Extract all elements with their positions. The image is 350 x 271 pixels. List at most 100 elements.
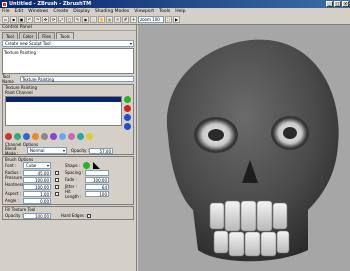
- tooth: [224, 200, 241, 232]
- hard-edges-checkbox[interactable]: [87, 213, 91, 218]
- hit-length-field[interactable]: 100: [85, 190, 109, 197]
- menu-create[interactable]: Create: [53, 9, 68, 14]
- move-down-icon[interactable]: [124, 123, 131, 130]
- frame-icon[interactable]: ⛶: [165, 16, 172, 23]
- spacing-label: Spacing :: [65, 170, 84, 175]
- radius-field[interactable]: 45.00: [23, 169, 51, 176]
- brush-purple-icon[interactable]: [50, 133, 57, 140]
- menu-windows[interactable]: Windows: [28, 9, 48, 14]
- channel-opacity-field[interactable]: 57.00: [89, 147, 113, 154]
- shape-wedge-icon[interactable]: [93, 162, 100, 169]
- tab-color[interactable]: Color: [18, 32, 38, 39]
- brush-earth-icon[interactable]: [14, 133, 21, 140]
- brush-options-group: Brush Options Font : Cube Shape : Radius…: [2, 156, 134, 205]
- 3d-viewport[interactable]: [138, 25, 350, 271]
- brush-gray-icon[interactable]: [41, 133, 48, 140]
- light-icon[interactable]: ☼: [114, 16, 121, 23]
- brush-sky-icon[interactable]: [59, 133, 66, 140]
- panel-title: Control Panel: [0, 25, 136, 31]
- fill-opacity-field[interactable]: 100.00: [23, 212, 51, 219]
- fill-opacity-label: Opacity :: [5, 213, 24, 218]
- tool-list-item[interactable]: Texture Painting: [4, 50, 132, 55]
- menu-help[interactable]: Help: [175, 9, 185, 14]
- left-pupil: [208, 129, 224, 141]
- axis-icon[interactable]: +: [130, 16, 137, 23]
- spacing-field[interactable]: [85, 169, 109, 176]
- menu-viewport[interactable]: Viewport: [134, 9, 154, 14]
- tool-name-field[interactable]: Texture Painting: [20, 75, 134, 82]
- open-icon[interactable]: ▪: [10, 16, 17, 23]
- brush-red-icon[interactable]: [5, 133, 12, 140]
- pressure-checkbox[interactable]: [55, 177, 59, 182]
- skull-model[interactable]: [138, 25, 350, 271]
- tool-name-label: Tool Name: [2, 73, 14, 84]
- fade-field[interactable]: 100.00: [85, 176, 109, 183]
- channel-opacity-label: Opacity :: [71, 148, 90, 153]
- font-select[interactable]: Cube: [23, 162, 51, 169]
- aspect-checkbox[interactable]: [55, 191, 59, 196]
- window-title: Untitled - ZBrush - ZbrushTM: [9, 1, 92, 7]
- jitter-field[interactable]: 64: [85, 183, 109, 190]
- tool-list[interactable]: Texture Painting: [2, 48, 134, 74]
- zoom-select[interactable]: zoom 100: [138, 16, 164, 23]
- save-icon[interactable]: ▣: [18, 16, 25, 23]
- scale-icon[interactable]: ⤢: [58, 16, 65, 23]
- shape-round-icon[interactable]: [83, 162, 90, 169]
- grid-icon[interactable]: #: [122, 16, 129, 23]
- brush-yellow-icon[interactable]: [86, 133, 93, 140]
- menu-edit[interactable]: Edit: [15, 9, 24, 14]
- pressure-field[interactable]: 100.00: [23, 176, 51, 183]
- minimize-button[interactable]: _: [326, 1, 333, 7]
- radius-checkbox[interactable]: [55, 170, 59, 175]
- select-icon[interactable]: ▢: [66, 16, 73, 23]
- camera-icon[interactable]: ◎: [106, 16, 113, 23]
- tooth: [256, 200, 273, 232]
- redo-icon[interactable]: ↷: [34, 16, 41, 23]
- menu-file[interactable]: File: [2, 9, 10, 14]
- undo-icon[interactable]: ↶: [26, 16, 33, 23]
- hardness-field[interactable]: 100.00: [23, 183, 51, 190]
- smooth-icon[interactable]: ◌: [90, 16, 97, 23]
- app-icon: [2, 1, 7, 7]
- move-up-icon[interactable]: [124, 114, 131, 121]
- fade-label: Fade :: [65, 177, 78, 182]
- brush-icon[interactable]: ✎: [74, 16, 81, 23]
- menu-display[interactable]: Display: [73, 9, 90, 14]
- tab-tool[interactable]: Tool: [2, 32, 18, 39]
- hit-length-label: Hit Length :: [65, 188, 82, 199]
- tab-tools[interactable]: Tools: [56, 32, 74, 39]
- tooth: [228, 231, 245, 257]
- new-icon[interactable]: ▫: [2, 16, 9, 23]
- hardness-label: Hardness :: [5, 181, 24, 192]
- brush-pink-icon[interactable]: [68, 133, 75, 140]
- blend-mode-select[interactable]: Normal: [27, 147, 67, 154]
- angle-field[interactable]: 0.00: [23, 197, 51, 204]
- brush-orange-icon[interactable]: [32, 133, 39, 140]
- grab-icon[interactable]: ✋: [98, 16, 105, 23]
- aspect-label: Aspect :: [5, 191, 22, 196]
- tooth: [240, 200, 257, 232]
- maximize-button[interactable]: □: [334, 1, 341, 7]
- close-button[interactable]: ×: [342, 1, 349, 7]
- brush-blue-icon[interactable]: [23, 133, 30, 140]
- paint-icon[interactable]: ◉: [82, 16, 89, 23]
- tool-select[interactable]: Create new Sculpt Tool: [2, 40, 134, 47]
- remove-channel-icon[interactable]: [124, 105, 131, 112]
- tooth: [244, 231, 261, 257]
- menu-shading-modes[interactable]: Shading Modes: [95, 9, 129, 14]
- tooth: [213, 230, 229, 254]
- shape-label: Shape :: [65, 163, 81, 168]
- channel-list[interactable]: [5, 96, 122, 126]
- panel-tabs: Tool Color Files Tools: [0, 32, 136, 39]
- brush-teal-icon[interactable]: [77, 133, 84, 140]
- rotate-icon[interactable]: ⟳: [50, 16, 57, 23]
- add-channel-icon[interactable]: [124, 96, 131, 103]
- angle-label: Angle :: [5, 198, 20, 203]
- render-icon[interactable]: ▶: [173, 16, 180, 23]
- menu-tools[interactable]: Tools: [159, 9, 170, 14]
- hardness-checkbox[interactable]: [55, 184, 59, 189]
- tab-files[interactable]: Files: [38, 32, 56, 39]
- move-icon[interactable]: ✥: [42, 16, 49, 23]
- aspect-field[interactable]: 1.00: [23, 190, 51, 197]
- right-pupil: [283, 127, 297, 139]
